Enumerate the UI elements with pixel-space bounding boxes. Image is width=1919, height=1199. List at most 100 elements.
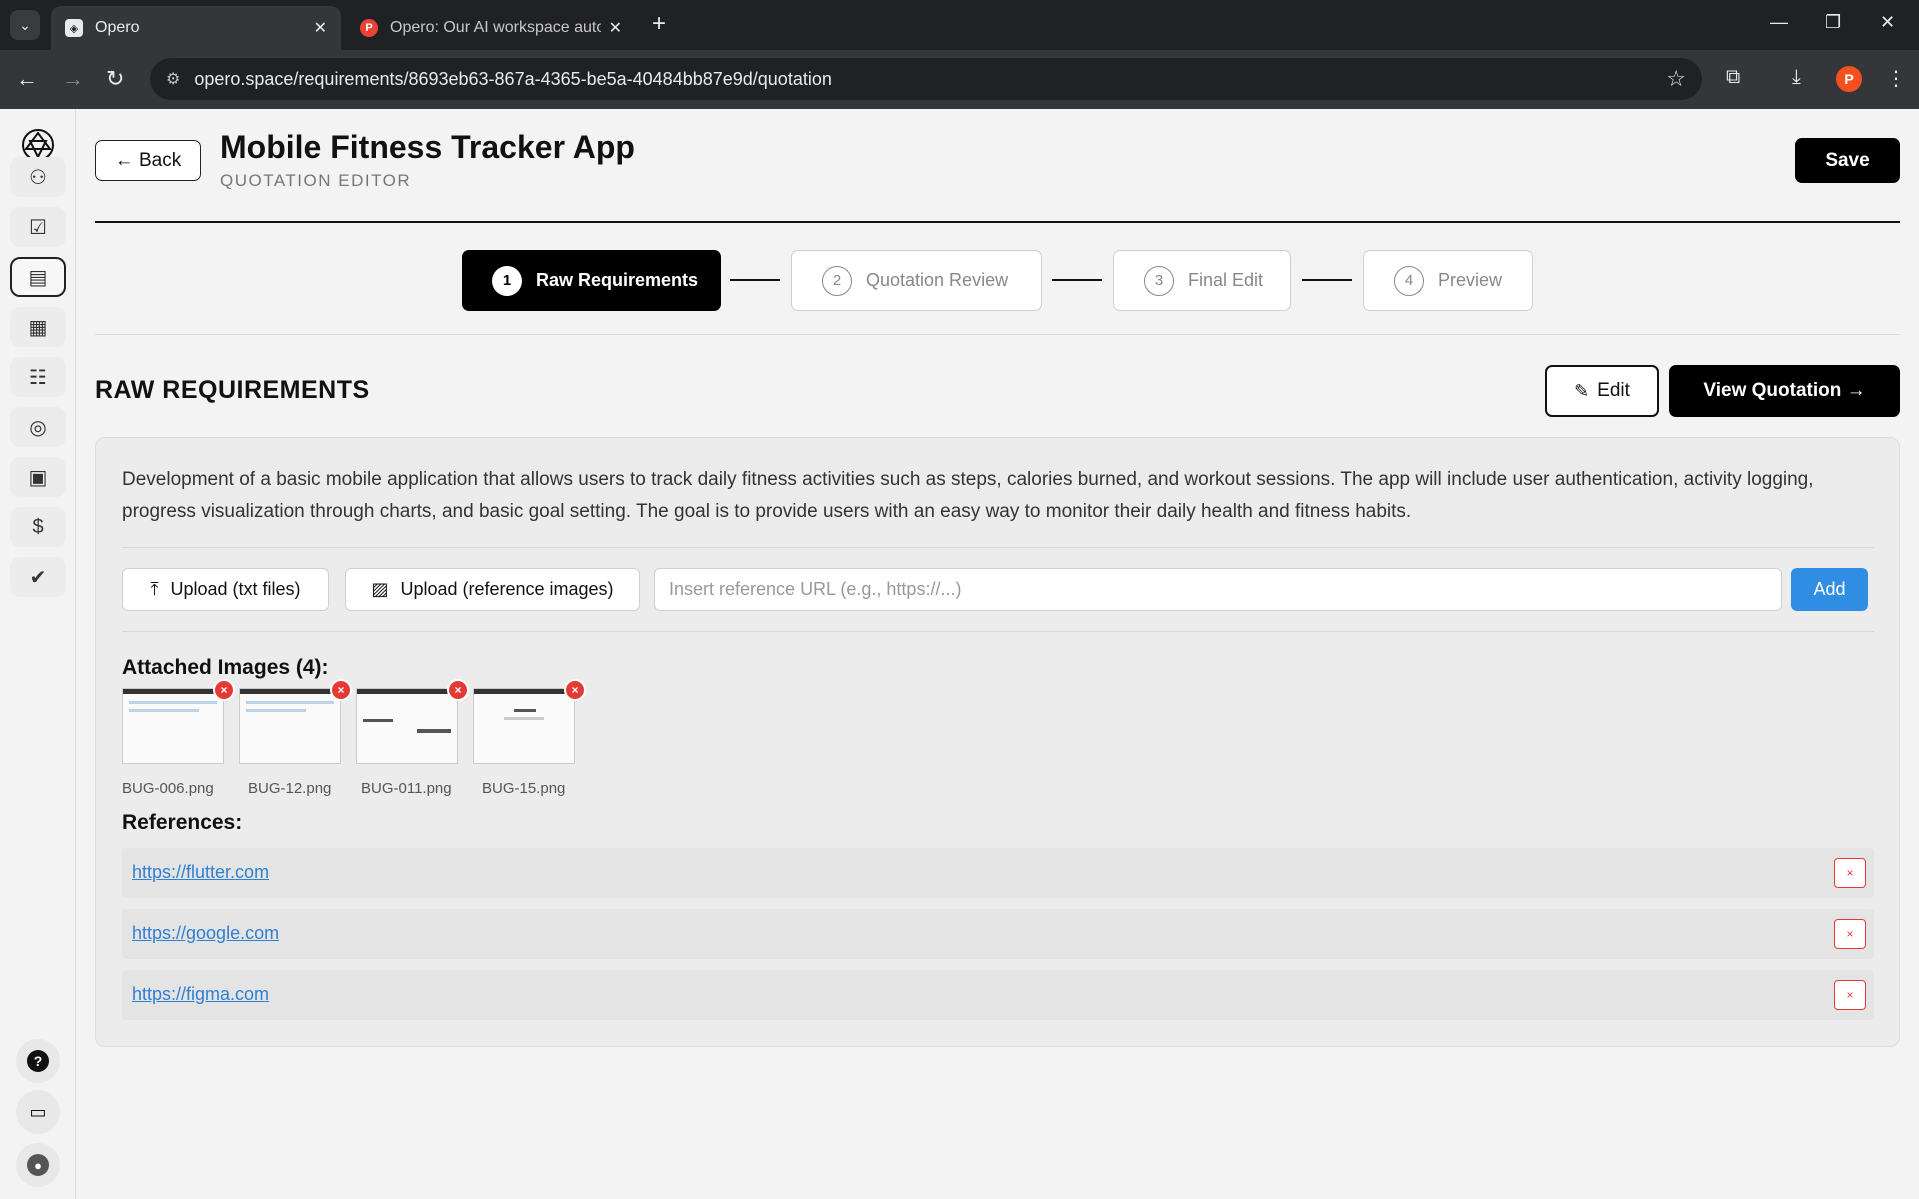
close-tab-icon[interactable]: ✕ <box>609 18 622 38</box>
references-title: References: <box>122 811 243 834</box>
browser-toolbar: ← → ↻ ⚙ opero.space/requirements/8693eb6… <box>0 50 1919 109</box>
image-filename: BUG-011.png <box>361 780 452 797</box>
browser-menu-icon[interactable]: ⋮ <box>1886 66 1906 91</box>
tab-search-chevron-icon[interactable]: ⌄ <box>10 10 40 40</box>
attached-images-title: Attached Images (4): <box>122 656 329 679</box>
close-tab-icon[interactable]: ✕ <box>314 18 327 38</box>
reference-row: https://google.com × <box>122 909 1874 959</box>
image-thumbnail[interactable]: × <box>473 679 586 764</box>
step-raw-requirements[interactable]: 1 Raw Requirements <box>462 250 721 311</box>
requirements-card: Development of a basic mobile applicatio… <box>95 437 1900 1047</box>
step-number: 4 <box>1394 265 1424 296</box>
upload-txt-label: Upload (txt files) <box>170 579 301 599</box>
add-reference-button[interactable]: Add <box>1791 568 1868 611</box>
image-filename: BUG-006.png <box>122 780 214 797</box>
step-number: 2 <box>822 265 852 296</box>
minimize-icon[interactable]: — <box>1770 12 1788 33</box>
nav-clients-icon[interactable]: ⚇ <box>10 157 66 197</box>
page-title: Mobile Fitness Tracker App <box>220 129 635 165</box>
save-button[interactable]: Save <box>1795 138 1900 183</box>
site-info-icon[interactable]: ⚙ <box>166 69 180 89</box>
upload-images-label: Upload (reference images) <box>400 579 614 599</box>
remove-reference-icon[interactable]: × <box>1834 980 1866 1010</box>
nav-team-icon[interactable]: ☷ <box>10 357 66 397</box>
tab-title: Opero: Our AI workspace autom <box>390 19 601 36</box>
reference-row: https://figma.com × <box>122 970 1874 1020</box>
main-content: ← Back Mobile Fitness Tracker App QUOTAT… <box>76 109 1919 1199</box>
profile-avatar[interactable]: P <box>1836 66 1862 92</box>
help-icon[interactable]: ? <box>16 1039 60 1083</box>
reference-link[interactable]: https://google.com <box>132 923 279 944</box>
chat-icon[interactable]: ▭ <box>16 1090 60 1134</box>
card-divider <box>122 547 1874 548</box>
image-filename: BUG-12.png <box>248 780 332 797</box>
reference-url-input[interactable] <box>654 568 1782 611</box>
image-thumbnail[interactable]: × <box>239 679 352 764</box>
edit-pencil-icon: ✎ <box>1574 380 1590 401</box>
app-sidebar: ⚇ ☑ ▤ ▦ ☷ ◎ ▣ $ ✔ ? ▭ ● <box>0 109 76 1199</box>
upload-txt-button[interactable]: ⤒ Upload (txt files) <box>122 568 329 611</box>
download-icon[interactable]: ⤓ <box>1792 66 1801 89</box>
step-preview[interactable]: 4 Preview <box>1363 250 1533 311</box>
requirements-description: Development of a basic mobile applicatio… <box>122 469 1814 522</box>
step-connector <box>1302 279 1352 281</box>
remove-image-icon[interactable]: × <box>564 679 586 701</box>
browser-tab-opero[interactable]: ◈ Opero ✕ <box>51 6 341 50</box>
edit-label: Edit <box>1597 380 1630 401</box>
remove-image-icon[interactable]: × <box>330 679 352 701</box>
nav-analytics-icon[interactable]: ▦ <box>10 307 66 347</box>
user-account-icon[interactable]: ● <box>16 1143 60 1187</box>
header-divider <box>95 221 1900 223</box>
nav-requirements-icon[interactable]: ▤ <box>10 257 66 297</box>
nav-goals-icon[interactable]: ◎ <box>10 407 66 447</box>
reference-link[interactable]: https://flutter.com <box>132 862 269 883</box>
new-tab-icon[interactable]: + <box>652 10 666 38</box>
edit-button[interactable]: ✎ Edit <box>1545 365 1659 417</box>
remove-image-icon[interactable]: × <box>447 679 469 701</box>
reload-icon[interactable]: ↻ <box>106 66 124 92</box>
forward-arrow-icon[interactable]: → <box>62 66 84 92</box>
reference-link[interactable]: https://figma.com <box>132 984 269 1005</box>
browser-tab-opero-ai[interactable]: P Opero: Our AI workspace autom ✕ <box>346 6 636 50</box>
remove-image-icon[interactable]: × <box>213 679 235 701</box>
nav-tasks-icon[interactable]: ☑ <box>10 207 66 247</box>
address-url[interactable]: opero.space/requirements/8693eb63-867a-4… <box>194 69 1666 90</box>
opero-p-favicon-icon: P <box>360 19 378 37</box>
remove-reference-icon[interactable]: × <box>1834 919 1866 949</box>
opero-favicon-icon: ◈ <box>65 19 83 37</box>
nav-billing-icon[interactable]: $ <box>10 507 66 547</box>
restore-icon[interactable]: ❐ <box>1825 12 1841 33</box>
step-label: Preview <box>1438 270 1503 290</box>
step-label: Raw Requirements <box>536 270 699 290</box>
reference-row: https://flutter.com × <box>122 848 1874 898</box>
step-number: 3 <box>1144 265 1174 296</box>
step-number: 1 <box>492 265 522 296</box>
stepper-divider <box>95 334 1900 335</box>
step-connector <box>1052 279 1102 281</box>
back-button[interactable]: ← Back <box>95 140 201 181</box>
image-thumbnail[interactable]: × <box>356 679 469 764</box>
close-window-icon[interactable]: ✕ <box>1880 12 1895 33</box>
step-label: Quotation Review <box>866 270 1009 290</box>
remove-reference-icon[interactable]: × <box>1834 858 1866 888</box>
address-bar[interactable]: ⚙ opero.space/requirements/8693eb63-867a… <box>150 58 1702 100</box>
back-arrow-icon[interactable]: ← <box>16 66 38 92</box>
browser-tab-bar: ⌄ ◈ Opero ✕ P Opero: Our AI workspace au… <box>0 0 1919 50</box>
nav-projects-icon[interactable]: ▣ <box>10 457 66 497</box>
card-divider <box>122 631 1874 632</box>
tab-title: Opero <box>95 19 140 36</box>
upload-icon: ⤒ <box>150 579 159 599</box>
step-quotation-review[interactable]: 2 Quotation Review <box>791 250 1042 311</box>
page-subtitle: QUOTATION EDITOR <box>220 171 412 190</box>
view-quotation-button[interactable]: View Quotation → <box>1669 365 1900 417</box>
image-thumbnail[interactable]: × <box>122 679 235 764</box>
bookmark-star-icon[interactable]: ☆ <box>1666 66 1686 92</box>
upload-images-button[interactable]: ▨ Upload (reference images) <box>345 568 640 611</box>
image-filename: BUG-15.png <box>482 780 566 797</box>
step-connector <box>730 279 780 281</box>
extensions-icon[interactable]: ⧉ <box>1726 66 1740 89</box>
step-final-edit[interactable]: 3 Final Edit <box>1113 250 1291 311</box>
step-label: Final Edit <box>1188 270 1264 290</box>
nav-approvals-icon[interactable]: ✔ <box>10 557 66 597</box>
section-title: RAW REQUIREMENTS <box>95 376 370 404</box>
